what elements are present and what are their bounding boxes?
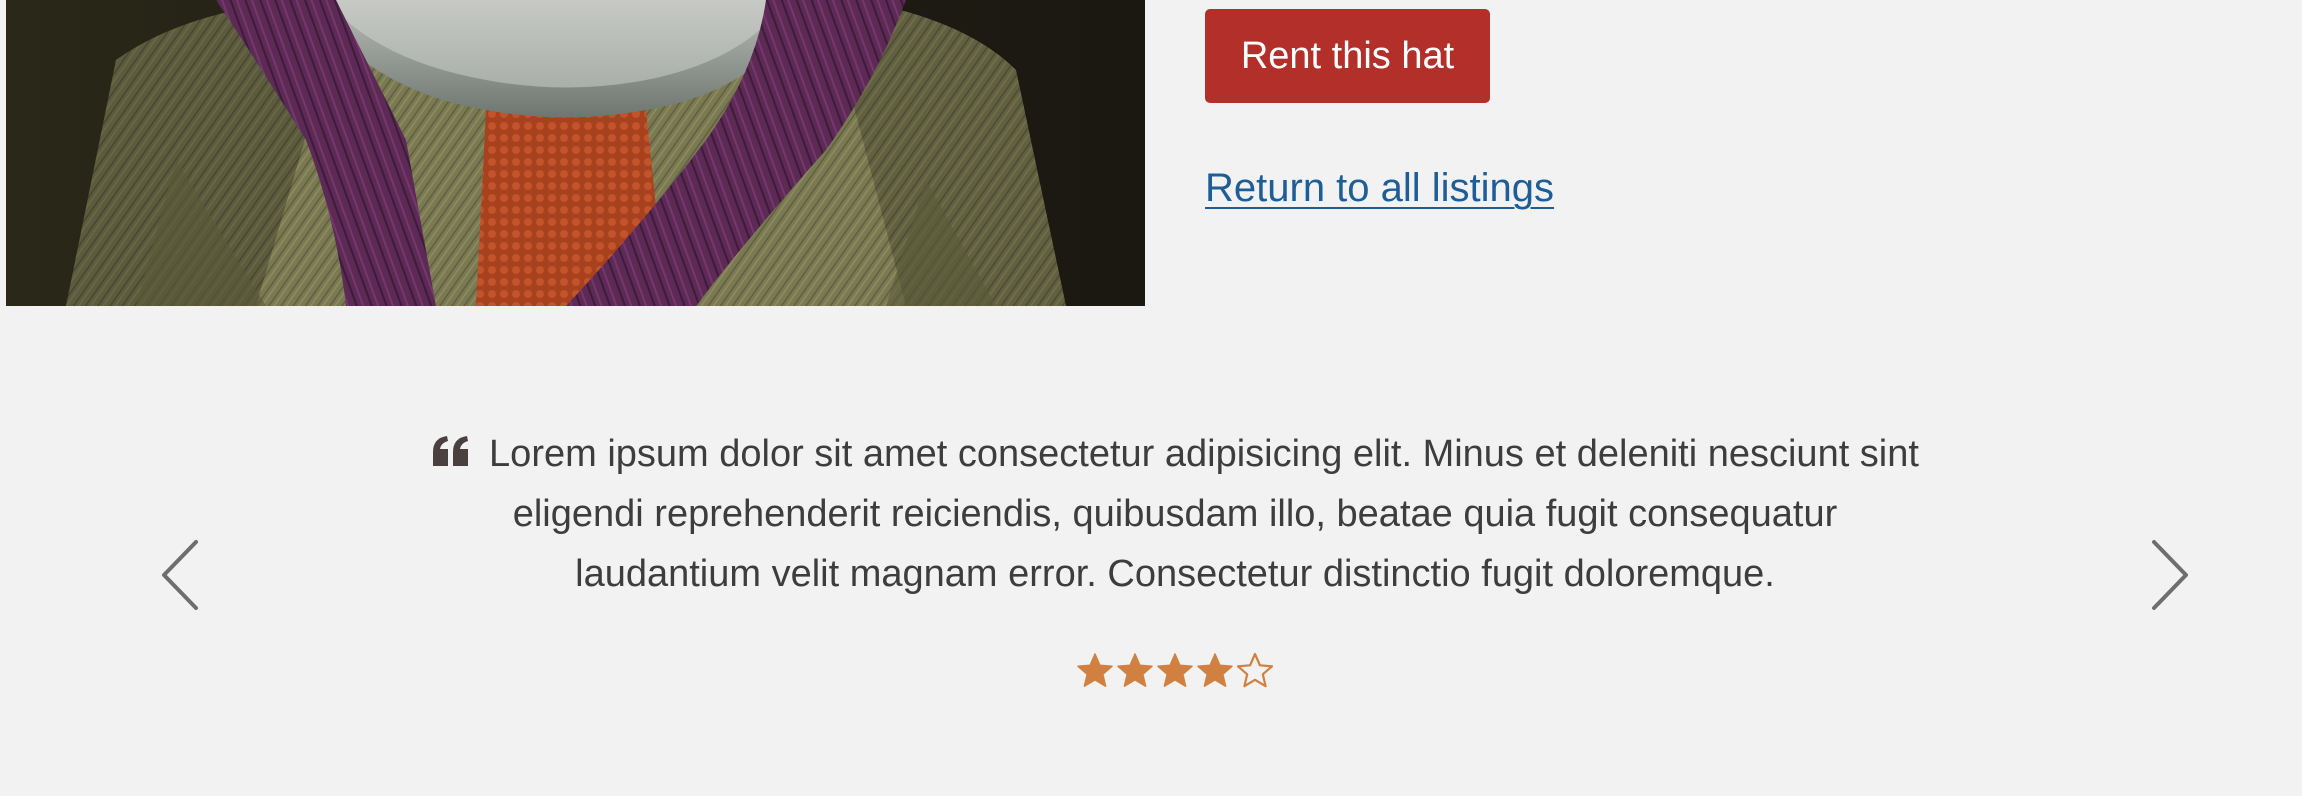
star-rating xyxy=(1076,652,1274,692)
next-button[interactable] xyxy=(2140,530,2200,620)
star-filled-icon xyxy=(1116,652,1154,690)
testimonial-carousel: Lorem ipsum dolor sit amet consectetur a… xyxy=(0,380,2302,796)
star-filled-icon xyxy=(1076,652,1114,690)
star-empty-icon xyxy=(1236,652,1274,690)
star-filled-icon xyxy=(1196,652,1234,690)
chevron-right-icon xyxy=(2152,540,2188,610)
chevron-left-icon xyxy=(162,540,198,610)
return-to-listings-link[interactable]: Return to all listings xyxy=(1205,166,1554,211)
product-image xyxy=(6,0,1145,306)
star-filled-icon xyxy=(1156,652,1194,690)
previous-button[interactable] xyxy=(150,530,210,620)
testimonial-quote-text: Lorem ipsum dolor sit amet consectetur a… xyxy=(489,433,1919,595)
rent-button[interactable]: Rent this hat xyxy=(1205,9,1490,103)
quote-left-icon xyxy=(431,434,471,468)
testimonial-quote: Lorem ipsum dolor sit amet consectetur a… xyxy=(420,424,1930,604)
